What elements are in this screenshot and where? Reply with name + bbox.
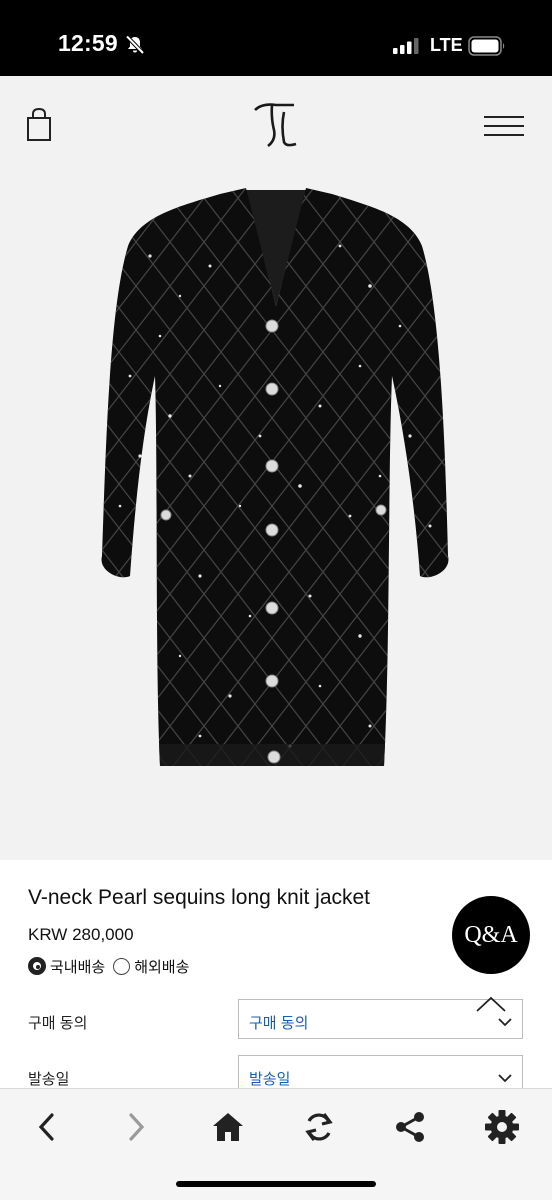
hamburger-menu-icon[interactable] <box>484 116 524 143</box>
overseas-shipping-radio[interactable] <box>113 957 131 975</box>
product-image[interactable] <box>0 176 552 860</box>
home-indicator[interactable] <box>176 1181 376 1187</box>
ship-date-value: 발송일 <box>249 1071 291 1088</box>
forward-icon[interactable] <box>117 1107 157 1147</box>
back-icon[interactable] <box>26 1107 66 1147</box>
status-time: 12:59 <box>58 30 118 56</box>
home-icon[interactable] <box>208 1107 248 1147</box>
share-icon[interactable] <box>390 1107 430 1147</box>
brand-logo[interactable] <box>250 98 302 155</box>
network-type: LTE <box>430 35 463 55</box>
shopping-bag-icon[interactable] <box>26 107 52 147</box>
settings-icon[interactable] <box>482 1107 522 1147</box>
reload-icon[interactable] <box>299 1107 339 1147</box>
scroll-to-top-icon[interactable] <box>476 996 506 1017</box>
chevron-down-icon <box>498 1070 512 1088</box>
bell-slash-icon <box>125 35 145 60</box>
purchase-agreement-label: 구매 동의 <box>28 1015 88 1032</box>
product-title: V-neck Pearl sequins long knit jacket <box>28 886 371 909</box>
cellular-signal-icon <box>393 38 419 59</box>
qa-button[interactable]: Q&A <box>452 896 530 974</box>
battery-icon <box>468 36 506 61</box>
qa-button-label: Q&A <box>464 921 518 948</box>
status-bar: 12:59 LTE <box>0 0 552 76</box>
black-sequin-knit-jacket-photo <box>101 188 449 766</box>
domestic-shipping-radio[interactable] <box>28 957 46 975</box>
site-header <box>0 76 552 176</box>
ship-date-label: 발송일 <box>28 1071 70 1088</box>
purchase-agreement-value: 구매 동의 <box>249 1015 309 1032</box>
overseas-shipping-label[interactable]: 해외배송 <box>134 956 189 977</box>
shipping-options: 국내배송 해외배송 <box>28 955 189 977</box>
domestic-shipping-label[interactable]: 국내배송 <box>50 956 105 977</box>
product-price: KRW 280,000 <box>28 925 134 944</box>
